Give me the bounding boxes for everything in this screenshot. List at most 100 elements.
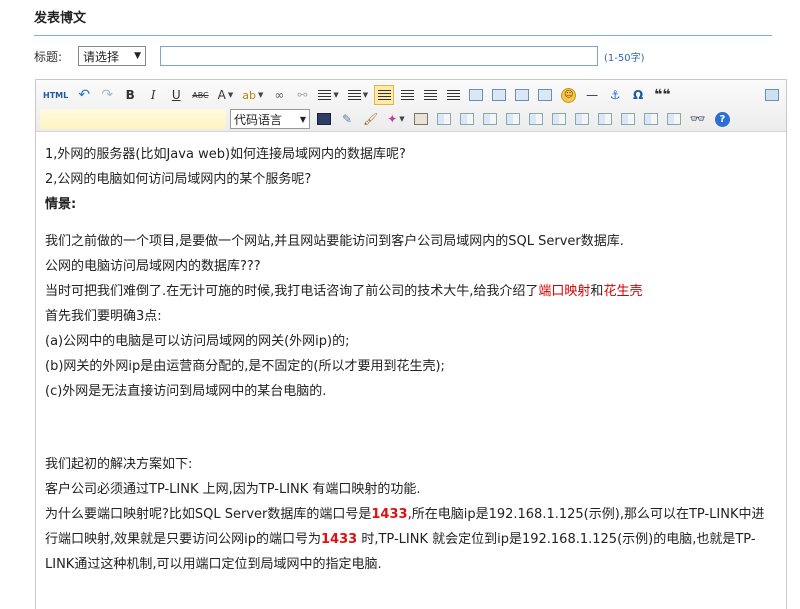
clipboard-icon (413, 113, 428, 125)
highlight-term: 端口映射 (538, 284, 591, 299)
title-row: 标题: 请选择 ▼ (1-50字) (34, 44, 774, 68)
image-left-button[interactable] (466, 85, 486, 105)
fullscreen-button[interactable] (762, 85, 782, 105)
brush-icon: 🖌 (363, 112, 379, 126)
omega-icon: Ω (633, 88, 644, 102)
editor-toolbar: HTML ↶ ↷ B I U ABC A ▼ ab ▼ ∞ ⚯ ▼ ▼ ☺ — ⚓ … (36, 80, 786, 132)
insert-table-button[interactable] (434, 109, 454, 129)
emoticon-button[interactable]: ☺ (558, 85, 579, 105)
editor-content[interactable]: 1,外网的服务器(比如Java web)如何连接局域网内的数据库呢? 2,公网的… (36, 132, 786, 577)
image-center-button[interactable] (489, 85, 509, 105)
link-icon: ∞ (274, 88, 285, 102)
strikethrough-button[interactable]: ABC (189, 85, 211, 105)
table-icon (436, 113, 451, 125)
insert-code-button[interactable] (314, 109, 334, 129)
align-right-button[interactable] (420, 85, 440, 105)
delete-table-button[interactable] (664, 109, 684, 129)
bold-button[interactable]: B (120, 85, 140, 105)
special-char-button[interactable]: Ω (628, 85, 648, 105)
justify-button[interactable] (443, 85, 463, 105)
code-language-select[interactable]: 代码语言 ▼ (230, 109, 310, 129)
italic-button[interactable]: I (143, 85, 163, 105)
text-span: 当时可把我们难倒了.在无计可施的时候,我打电话咨询了前公司的技术大牛,给我介绍了 (45, 284, 539, 299)
undo-button[interactable]: ↶ (74, 85, 94, 105)
content-line: 我们之前做的一个项目,是要做一个网站,并且网站要能访问到客户公司局域网内的SQL… (45, 234, 624, 249)
column-width-icon (620, 113, 635, 125)
content-line: (b)网关的外网ip是由运营商分配的,是不固定的(所以才要用到花生壳); (45, 359, 445, 374)
insert-column-icon (528, 113, 543, 125)
unlink-icon: ⚯ (297, 88, 308, 102)
content-heading: 情景: (45, 197, 77, 212)
find-replace-button[interactable]: 👓 (687, 109, 709, 129)
insert-row-button[interactable] (480, 109, 500, 129)
blockquote-button[interactable]: ❝❝ (651, 85, 673, 105)
table-properties-icon (459, 113, 474, 125)
image-left-icon (469, 89, 484, 101)
undo-icon: ↶ (78, 87, 91, 103)
category-select[interactable]: 请选择 ▼ (78, 46, 146, 66)
content-line: (c)外网是无法直接访问到局域网中的某台电脑的. (45, 384, 327, 399)
help-button[interactable]: ? (712, 109, 733, 129)
redo-icon: ↷ (101, 87, 114, 103)
align-right-icon (423, 89, 437, 101)
unordered-list-button[interactable]: ▼ (315, 85, 341, 105)
binoculars-icon: 👓 (689, 111, 706, 127)
table-props-button[interactable] (457, 109, 477, 129)
redo-button[interactable]: ↷ (97, 85, 117, 105)
eraser-button[interactable]: ✎ (337, 109, 357, 129)
chevron-down-icon: ▼ (227, 91, 234, 99)
magic-format-button[interactable]: ✦ ▼ (384, 109, 407, 129)
link-button[interactable]: ∞ (269, 85, 289, 105)
image-right-button[interactable] (512, 85, 532, 105)
anchor-button[interactable]: ⚓ (605, 85, 625, 105)
page-title: 发表博文 (34, 11, 87, 26)
paste-button[interactable] (411, 109, 431, 129)
chevron-down-icon: ▼ (362, 91, 369, 99)
title-length-hint: (1-50字) (604, 52, 645, 64)
chevron-down-icon: ▼ (257, 91, 264, 99)
font-color-icon: A (217, 88, 226, 102)
ordered-list-button[interactable]: ▼ (345, 85, 371, 105)
image-right-icon (515, 89, 530, 101)
align-left-button[interactable] (374, 85, 395, 105)
image-block-icon (538, 89, 553, 101)
title-input[interactable] (160, 46, 598, 66)
align-center-icon (400, 89, 414, 101)
col-width-button[interactable] (618, 109, 638, 129)
horizontal-rule-icon: — (586, 88, 599, 102)
chevron-down-icon: ▼ (299, 114, 306, 124)
merge-cells-button[interactable] (572, 109, 592, 129)
unlink-button[interactable]: ⚯ (292, 85, 312, 105)
help-icon: ? (714, 111, 730, 127)
split-row-icon (643, 113, 658, 125)
split-row-button[interactable] (641, 109, 661, 129)
html-source-button[interactable]: HTML (40, 85, 71, 105)
delete-row-button[interactable] (503, 109, 523, 129)
chevron-down-icon: ▼ (399, 115, 405, 123)
font-family-select[interactable] (40, 109, 226, 129)
eraser-icon: ✎ (341, 112, 353, 126)
highlight-term: 花生壳 (603, 284, 643, 299)
content-line: 公网的电脑访问局域网内的数据库??? (45, 259, 261, 274)
chevron-down-icon: ▼ (333, 91, 339, 99)
numbered-list-icon (347, 89, 361, 101)
underline-button[interactable]: U (166, 85, 186, 105)
highlight-button[interactable]: ab ▼ (239, 85, 266, 105)
content-line: 我们起初的解决方案如下: (45, 457, 193, 472)
horizontal-rule-button[interactable]: — (582, 85, 602, 105)
split-cells-button[interactable] (595, 109, 615, 129)
port-number: 1433 (321, 532, 358, 547)
highlight-icon: ab (242, 88, 256, 102)
anchor-icon: ⚓ (609, 88, 621, 102)
image-block-button[interactable] (535, 85, 555, 105)
align-center-button[interactable] (397, 85, 417, 105)
insert-row-icon (482, 113, 497, 125)
font-color-button[interactable]: A ▼ (215, 85, 237, 105)
format-painter-button[interactable]: 🖌 (360, 109, 381, 129)
delete-table-icon (666, 113, 681, 125)
content-line: 客户公司必须通过TP-LINK 上网,因为TP-LINK 有端口映射的功能. (45, 482, 421, 497)
insert-col-button[interactable] (526, 109, 546, 129)
content-line: 首先我们要明确3点: (45, 309, 162, 324)
delete-col-button[interactable] (549, 109, 569, 129)
